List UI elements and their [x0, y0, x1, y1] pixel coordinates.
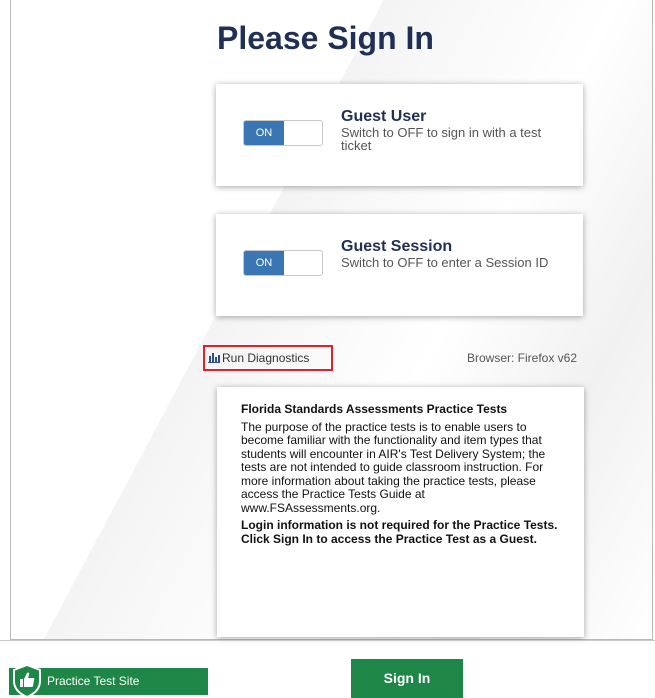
toggle-on-label: ON: [244, 251, 284, 275]
info-note: Login information is not required for th…: [241, 518, 558, 546]
practice-test-site-label: Practice Test Site: [47, 674, 140, 688]
guest-session-toggle[interactable]: ON: [243, 250, 323, 276]
toggle-on-label: ON: [244, 121, 284, 145]
run-diagnostics-label: Run Diagnostics: [222, 351, 310, 365]
guest-user-card: ON Guest User Switch to OFF to sign in w…: [216, 84, 583, 186]
practice-test-site-badge: Practice Test Site: [9, 664, 208, 698]
info-body: The purpose of the practice tests is to …: [241, 419, 546, 515]
guest-user-title: Guest User: [341, 108, 427, 125]
guest-session-title: Guest Session: [341, 238, 453, 255]
run-diagnostics-link[interactable]: Run Diagnostics: [203, 345, 333, 371]
guest-user-description: Switch to OFF to sign in with a test tic…: [341, 125, 542, 153]
shield-thumbs-up-icon: [13, 664, 41, 698]
practice-tests-info-box: Florida Standards Assessments Practice T…: [217, 387, 584, 637]
bar-chart-icon: [208, 353, 220, 363]
info-heading: Florida Standards Assessments Practice T…: [241, 402, 508, 416]
footer-divider: [0, 640, 655, 641]
guest-user-toggle[interactable]: ON: [243, 120, 323, 146]
guest-session-card: ON Guest Session Switch to OFF to enter …: [216, 214, 583, 316]
guest-session-description: Switch to OFF to enter a Session ID: [341, 255, 549, 270]
sign-in-button[interactable]: Sign In: [351, 659, 463, 698]
page-title: Please Sign In: [217, 20, 434, 56]
browser-info: Browser: Firefox v62: [467, 351, 578, 365]
